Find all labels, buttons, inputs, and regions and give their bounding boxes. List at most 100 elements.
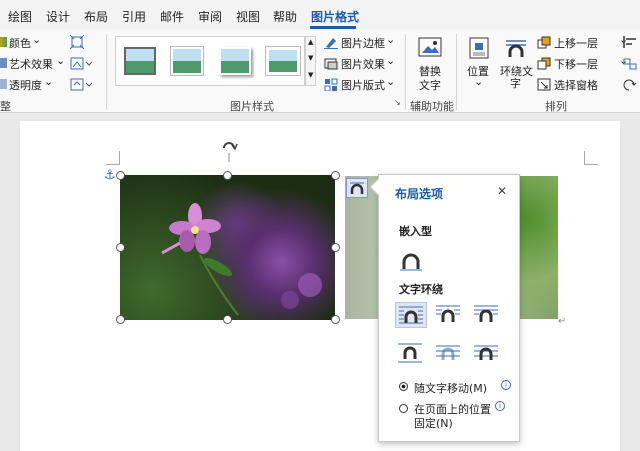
arrange-group-label: 排列: [545, 100, 567, 113]
paragraph-mark: ↵: [558, 316, 567, 327]
scroll-down-icon[interactable]: ▼: [308, 54, 313, 62]
resize-handle[interactable]: [223, 315, 232, 324]
resize-handle[interactable]: [116, 171, 125, 180]
accessibility-group-label: 辅助功能: [410, 100, 454, 113]
chevron-down-icon: ⌄: [474, 75, 484, 88]
margin-mark: [584, 151, 598, 165]
wrap-in-front-button[interactable]: [471, 340, 503, 366]
picture-layout-icon: [324, 78, 338, 91]
radio-selected-icon: [399, 382, 408, 391]
bring-forward-button[interactable]: 上移一层 ⌄: [537, 33, 628, 51]
position-icon: [469, 37, 489, 59]
send-backward-button[interactable]: 下移一层 ⌄: [537, 54, 628, 72]
picture-style-4[interactable]: [265, 46, 301, 76]
tab-design[interactable]: 设计: [46, 8, 70, 25]
tab-draw[interactable]: 绘图: [8, 8, 32, 25]
wrap-heading: 文字环绕: [399, 283, 443, 296]
picture-styles-label: 图片样式: [230, 100, 274, 113]
color-icon: [0, 37, 7, 47]
compress-pictures-icon[interactable]: [70, 35, 84, 49]
tab-picture-format[interactable]: 图片格式: [311, 8, 359, 25]
reset-picture-icon[interactable]: [70, 78, 92, 92]
tab-view[interactable]: 视图: [236, 8, 260, 25]
chevron-down-icon: ⌄: [386, 75, 396, 88]
in-front-of-text-icon: [474, 345, 498, 360]
art-effects-button[interactable]: 艺术效果 ⌄: [0, 54, 66, 72]
align-icon[interactable]: [622, 35, 640, 49]
wrap-through-button[interactable]: [471, 302, 503, 328]
flower-photo: [161, 203, 322, 316]
position-button[interactable]: 位置 ⌄: [465, 35, 493, 95]
behind-text-icon: [436, 345, 460, 360]
change-picture-icon[interactable]: [70, 57, 92, 71]
radio-unselected-icon: [399, 404, 408, 413]
color-button[interactable]: 颜色 ⌄: [0, 33, 62, 51]
alt-text-icon: [418, 37, 442, 57]
inline-wrap-icon: [400, 253, 422, 271]
art-effects-icon: [0, 58, 7, 68]
wrap-behind-text-button[interactable]: [433, 340, 465, 366]
wrap-text-icon: [350, 182, 364, 194]
top-bottom-wrap-icon: [398, 343, 422, 363]
gallery-more-icon[interactable]: ▼: [308, 71, 313, 79]
picture-border-icon: [324, 38, 338, 49]
picture-effects-icon: [324, 58, 338, 70]
adjust-group-label: 整: [0, 100, 11, 113]
group-icon[interactable]: [622, 57, 640, 71]
transparency-button[interactable]: 透明度 ⌄: [0, 75, 56, 93]
transparency-icon: [0, 79, 7, 89]
wrap-tight-button[interactable]: [433, 302, 465, 328]
through-wrap-icon: [474, 305, 498, 322]
wrap-text-icon: [506, 40, 526, 57]
wrap-square-button[interactable]: [395, 302, 427, 328]
selected-picture[interactable]: [120, 175, 335, 320]
resize-handle[interactable]: [331, 243, 340, 252]
info-icon[interactable]: i: [501, 380, 511, 390]
square-wrap-icon: [399, 306, 423, 324]
selection-pane-icon: [537, 78, 551, 91]
info-icon[interactable]: i: [495, 401, 505, 411]
chevron-down-icon: ⌄: [56, 54, 66, 67]
picture-style-2[interactable]: [170, 46, 204, 76]
active-tab-indicator: [310, 26, 356, 29]
selection-pane-button[interactable]: 选择窗格: [537, 77, 627, 93]
inline-heading: 嵌入型: [399, 225, 432, 238]
alt-text-button[interactable]: 替换 文字: [412, 35, 448, 95]
move-with-text-radio[interactable]: 随文字移动(M) i: [397, 380, 517, 395]
tab-mailings[interactable]: 邮件: [160, 8, 184, 25]
ribbon-tab-bar: 绘图 设计 布局 引用 邮件 审阅 视图 帮助 图片格式: [0, 0, 640, 30]
close-icon[interactable]: ✕: [497, 184, 507, 198]
tab-help[interactable]: 帮助: [273, 8, 297, 25]
picture-effects-button[interactable]: 图片效果 ⌄: [324, 54, 396, 72]
scroll-up-icon[interactable]: ▲: [308, 38, 313, 46]
wrap-top-bottom-button[interactable]: [395, 340, 427, 366]
send-backward-icon: [537, 57, 551, 70]
tight-wrap-icon: [436, 305, 460, 322]
chevron-down-icon: ⌄: [386, 54, 396, 67]
rotate-icon[interactable]: [622, 78, 640, 92]
resize-handle[interactable]: [116, 315, 125, 324]
resize-handle[interactable]: [331, 171, 340, 180]
anchor-icon: ⚓: [104, 168, 116, 183]
tab-layout[interactable]: 布局: [84, 8, 108, 25]
resize-handle[interactable]: [116, 243, 125, 252]
rotate-handle-icon[interactable]: [218, 136, 240, 162]
wrap-text-button[interactable]: 环绕文 字: [498, 35, 534, 95]
layout-options-popup: 布局选项 ✕ 嵌入型 文字环绕 随文字移动(M) i 在页面上的位置 固定(N)…: [378, 174, 520, 442]
picture-border-button[interactable]: 图片边框 ⌄: [324, 33, 395, 51]
layout-options-button[interactable]: [346, 178, 368, 198]
picture-layout-button[interactable]: 图片版式 ⌄: [324, 75, 396, 93]
fix-position-radio[interactable]: 在页面上的位置 固定(N) i: [397, 401, 517, 431]
resize-handle[interactable]: [331, 315, 340, 324]
tab-references[interactable]: 引用: [122, 8, 146, 25]
bring-forward-icon: [537, 36, 551, 49]
tab-review[interactable]: 审阅: [198, 8, 222, 25]
gallery-scroll[interactable]: ▲ ▼ ▼: [305, 36, 316, 86]
margin-mark: [106, 151, 120, 165]
wrap-inline-button[interactable]: [395, 247, 427, 273]
resize-handle[interactable]: [223, 171, 232, 180]
picture-style-1[interactable]: [124, 47, 156, 75]
popup-title: 布局选项: [395, 187, 444, 201]
dialog-launcher-icon[interactable]: ↘: [394, 98, 401, 107]
picture-style-3[interactable]: [219, 47, 251, 75]
